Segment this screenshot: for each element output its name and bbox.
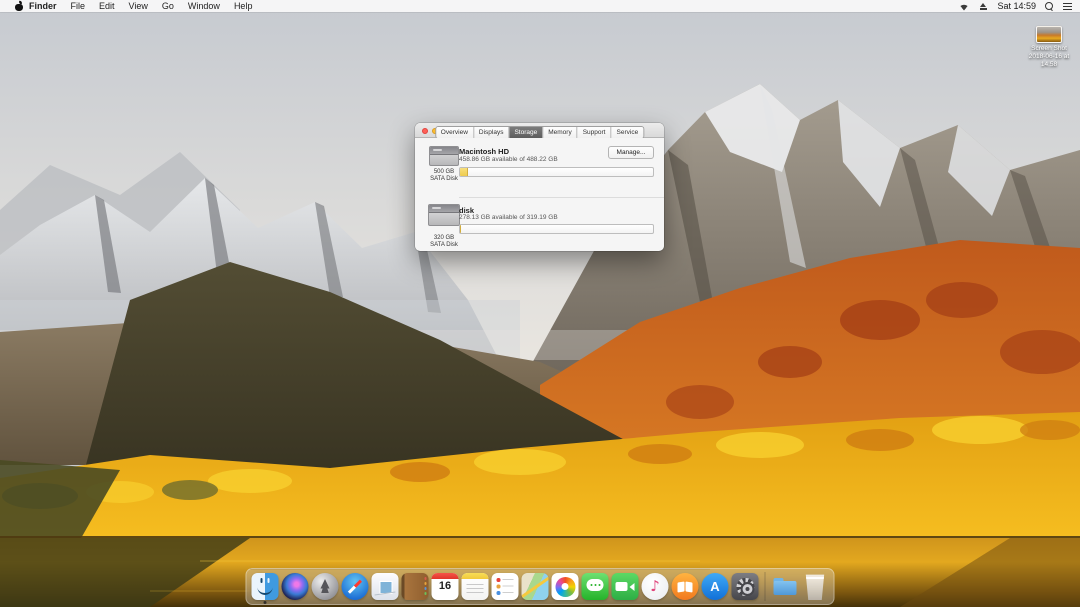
dock-item-messages[interactable] [582, 573, 609, 601]
safari-icon [342, 573, 369, 600]
dock-item-contacts[interactable] [402, 573, 429, 601]
storage-usage-bar [459, 224, 654, 234]
storage-panel: Macintosh HD 458.86 GB available of 488.… [415, 138, 664, 250]
dock-item-trash[interactable] [802, 573, 829, 601]
screenshot-thumbnail [1036, 26, 1062, 43]
calendar-date-badge: 16 [432, 581, 459, 592]
menu-bar: FinderFileEditViewGoWindowHelp Sat 14:59 [0, 0, 1080, 12]
contacts-icon [402, 573, 429, 600]
disk-icon [429, 146, 459, 166]
appstore-icon [702, 573, 729, 600]
messages-icon [582, 573, 609, 600]
dock-item-calendar[interactable]: 16 [432, 573, 459, 601]
sysprefs-icon [732, 573, 759, 600]
dock-item-launchpad[interactable] [312, 573, 339, 601]
disk-icon [428, 204, 460, 226]
dock-item-appstore[interactable] [702, 573, 729, 601]
desktop-file-screenshot[interactable]: Screen Shot 2018-06-16 at 14.58 [1026, 26, 1072, 69]
menu-file[interactable]: File [64, 0, 93, 12]
calendar-icon: 16 [432, 573, 459, 600]
dock-item-sysprefs[interactable] [732, 573, 759, 601]
tab-memory[interactable]: Memory [542, 127, 576, 138]
facetime-icon [612, 573, 639, 600]
manage-button[interactable]: Manage... [608, 146, 654, 159]
storage-usage-fill [460, 225, 461, 233]
menu-window[interactable]: Window [181, 0, 227, 12]
dock-item-facetime[interactable] [612, 573, 639, 601]
menubar-status: Sat 14:59 [958, 0, 1072, 12]
menu-finder[interactable]: Finder [22, 0, 64, 12]
storage-usage-bar [459, 167, 654, 177]
disk-capacity-label: 320 GB SATA Disk [421, 235, 467, 249]
dock-item-mail[interactable] [372, 573, 399, 601]
dock-item-reminders[interactable] [492, 573, 519, 601]
about-this-mac-window: OverviewDisplaysStorageMemorySupportServ… [415, 123, 664, 251]
dock-item-siri[interactable] [282, 573, 309, 601]
siri-icon [282, 573, 309, 600]
dock-item-photos[interactable] [552, 573, 579, 601]
spotlight-search-icon[interactable] [1045, 2, 1054, 11]
screenshot-filename: Screen Shot 2018-06-16 at 14.58 [1026, 45, 1072, 69]
tab-support[interactable]: Support [577, 127, 611, 138]
dock-item-notes[interactable] [462, 573, 489, 601]
apple-menu[interactable] [8, 2, 22, 11]
eject-icon[interactable] [979, 2, 988, 11]
launchpad-icon [312, 573, 339, 600]
notes-icon [462, 573, 489, 600]
tab-displays[interactable]: Displays [473, 127, 509, 138]
maps-icon [522, 573, 549, 600]
dock-item-ibooks[interactable] [672, 573, 699, 601]
downloads-icon [772, 573, 799, 600]
mail-icon [372, 573, 399, 600]
menu-edit[interactable]: Edit [92, 0, 122, 12]
disk-capacity-label: 500 GB SATA Disk [421, 169, 467, 183]
dock-item-downloads[interactable] [772, 573, 799, 601]
menu-help[interactable]: Help [227, 0, 260, 12]
wifi-icon[interactable] [958, 2, 970, 11]
ibooks-icon [672, 573, 699, 600]
dock-item-finder[interactable] [252, 573, 279, 601]
close-button[interactable] [422, 128, 428, 134]
dock-item-safari[interactable] [342, 573, 369, 601]
dock-item-itunes[interactable] [642, 573, 669, 601]
dock: 16 [246, 568, 835, 605]
menu-view[interactable]: View [122, 0, 155, 12]
dock-separator [765, 572, 766, 601]
reminders-icon [492, 573, 519, 600]
running-indicator [264, 601, 267, 604]
finder-icon [252, 573, 279, 600]
dock-item-maps[interactable] [522, 573, 549, 601]
trash-icon [802, 573, 829, 600]
desktop: FinderFileEditViewGoWindowHelp Sat 14:59… [0, 0, 1080, 607]
tab-storage[interactable]: Storage [508, 127, 542, 138]
notification-center-icon[interactable] [1063, 3, 1072, 10]
photos-icon [552, 573, 579, 600]
tab-service[interactable]: Service [611, 127, 644, 138]
wallpaper-high-sierra [0, 0, 1080, 607]
menu-clock[interactable]: Sat 14:59 [997, 1, 1036, 11]
window-titlebar[interactable]: OverviewDisplaysStorageMemorySupportServ… [415, 123, 664, 138]
disk-name: Macintosh HD [459, 147, 509, 156]
disk-available-detail: 278.13 GB available of 319.19 GB [459, 214, 558, 221]
itunes-icon [642, 573, 669, 600]
row-divider [459, 197, 664, 198]
tab-overview[interactable]: Overview [436, 127, 473, 138]
menu-go[interactable]: Go [155, 0, 181, 12]
disk-available-detail: 458.86 GB available of 488.22 GB [459, 156, 558, 163]
menubar-menus: FinderFileEditViewGoWindowHelp [22, 0, 259, 12]
